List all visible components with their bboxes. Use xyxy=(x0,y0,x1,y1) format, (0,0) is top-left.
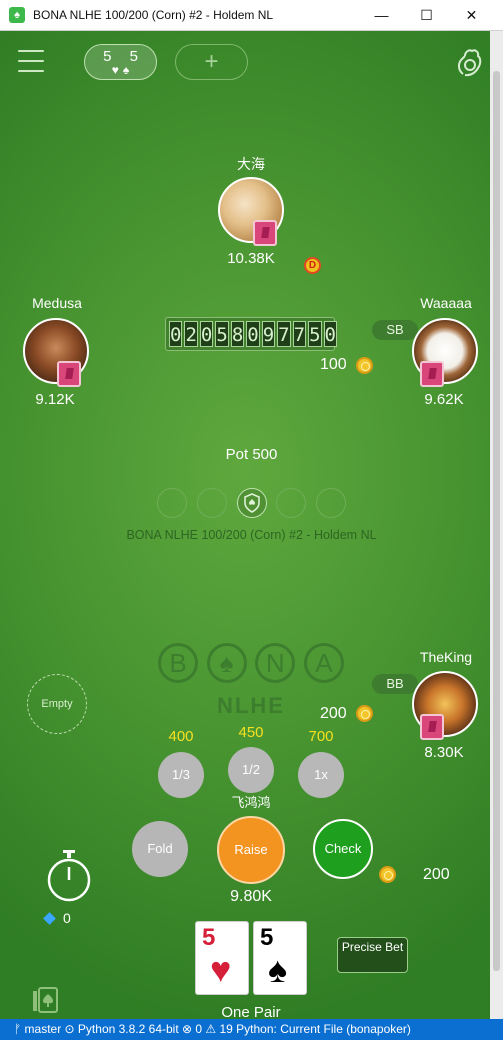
board-card-slot xyxy=(197,488,227,518)
hand-id-digit: 0 xyxy=(246,321,260,347)
hand-id-digit: 7 xyxy=(292,321,307,347)
hand-id-digit: 8 xyxy=(230,321,245,347)
hamburger-menu-icon[interactable] xyxy=(18,50,44,72)
preset-value: 400 xyxy=(168,728,194,745)
scrollbar[interactable] xyxy=(493,71,500,971)
logo-letter: A xyxy=(303,643,344,683)
hand-id-digit: 7 xyxy=(277,321,291,347)
raise-button[interactable]: Raise xyxy=(217,816,285,884)
chip-icon xyxy=(379,866,396,883)
timebank-stopwatch-icon[interactable] xyxy=(46,849,92,903)
player-top-card-icon xyxy=(253,220,277,246)
preset-half-pot-button[interactable]: 1/2 xyxy=(228,747,274,793)
player-bb-stack: 8.30K xyxy=(424,744,464,761)
logo-letter: ♠ xyxy=(206,643,247,683)
poker-table: 5 5 ♥♠ + 大海 10.38K D Medusa 9.12K 0 2 0 … xyxy=(0,31,490,1019)
dealer-button: D xyxy=(304,257,321,274)
hand-id-digit: 5 xyxy=(308,321,322,347)
hand-id-digit: 0 xyxy=(199,321,214,347)
player-right-bet: 100 xyxy=(320,356,347,373)
empty-seat[interactable]: Empty xyxy=(27,674,87,734)
board-card-slot xyxy=(157,488,187,518)
check-button[interactable]: Check xyxy=(313,819,373,879)
player-bb-card-icon xyxy=(420,714,444,740)
board-card-slot xyxy=(237,488,267,518)
hero-stack: 9.80K xyxy=(230,888,272,905)
player-top-stack: 10.38K xyxy=(227,250,275,267)
shield-icon xyxy=(244,493,260,513)
logo-letter: N xyxy=(255,643,296,683)
player-right-name: Waaaaa xyxy=(420,295,472,311)
hand-id-digit: 5 xyxy=(215,321,229,347)
preset-value: 700 xyxy=(308,728,334,745)
table-name: BONA NLHE 100/200 (Corn) #2 - Holdem NL xyxy=(126,528,377,542)
logo-subtitle: NLHE xyxy=(217,693,285,718)
app-window: ♠ BONA NLHE 100/200 (Corn) #2 - Holdem N… xyxy=(0,0,503,1040)
player-left-name: Medusa xyxy=(32,295,82,311)
player-bb-name: TheKing xyxy=(419,649,473,665)
hand-suits: ♥♠ xyxy=(111,63,134,77)
hand-id-digit: 0 xyxy=(169,321,183,347)
big-blind-badge: BB xyxy=(372,674,418,694)
close-button[interactable]: ✕ xyxy=(449,0,494,31)
hand-history-icon[interactable] xyxy=(32,986,58,1014)
add-table-button[interactable]: + xyxy=(175,44,248,80)
pot-amount: Pot 500 xyxy=(225,446,278,463)
chip-icon xyxy=(356,705,373,722)
bona-logo: B ♠ N A NLHE xyxy=(158,643,344,733)
logo-letter: B xyxy=(158,643,198,683)
editor-strip xyxy=(490,31,503,1019)
hand-cards-pill[interactable]: 5 5 ♥♠ xyxy=(84,44,157,80)
fold-button[interactable]: Fold xyxy=(132,821,188,877)
hole-card-suit: ♥ xyxy=(210,949,232,990)
player-right-stack: 9.62K xyxy=(424,391,464,408)
preset-value: 450 xyxy=(238,724,264,741)
ide-status-bar: ᚠ master ⊙ Python 3.8.2 64-bit ⊗ 0 ⚠ 19 … xyxy=(0,1019,503,1040)
maximize-button[interactable]: ☐ xyxy=(404,0,449,31)
chip-icon xyxy=(356,357,373,374)
player-left-card-icon xyxy=(57,361,81,387)
hole-card-suit: ♠ xyxy=(268,949,288,990)
title-bar: ♠ BONA NLHE 100/200 (Corn) #2 - Holdem N… xyxy=(0,0,503,31)
hole-card-rank: 5 xyxy=(260,924,274,951)
hero-name: 飞鸿鸿 xyxy=(231,795,271,810)
precise-bet-button[interactable]: Precise Bet xyxy=(337,937,408,973)
hole-card: 5 ♥ xyxy=(195,921,249,995)
board-card-slot xyxy=(316,488,346,518)
hand-id-digit: 0 xyxy=(323,321,337,347)
player-bb-bet: 200 xyxy=(320,705,347,722)
minimize-button[interactable]: — xyxy=(359,0,404,31)
gem-balance: 0 xyxy=(43,910,71,926)
hand-rank: One Pair xyxy=(221,1004,281,1019)
player-top-name: 大海 xyxy=(237,156,265,172)
gem-count: 0 xyxy=(63,910,71,926)
hole-card-rank: 5 xyxy=(202,924,216,951)
app-logo-icon: ♠ xyxy=(9,7,25,23)
small-blind-badge: SB xyxy=(372,320,418,340)
hand-id-counter: 0 2 0 5 8 0 9 7 7 5 0 xyxy=(165,317,337,351)
window-title: BONA NLHE 100/200 (Corn) #2 - Holdem NL xyxy=(33,8,274,22)
call-amount: 200 xyxy=(423,866,450,883)
hand-raise-icon[interactable] xyxy=(455,46,485,78)
player-right-card-icon xyxy=(420,361,444,387)
gem-icon xyxy=(43,912,56,925)
hand-id-digit: 9 xyxy=(261,321,276,347)
player-left-stack: 9.12K xyxy=(35,391,75,408)
hand-id-digit: 2 xyxy=(184,321,198,347)
board-card-slot xyxy=(276,488,306,518)
hole-card: 5 ♠ xyxy=(253,921,307,995)
